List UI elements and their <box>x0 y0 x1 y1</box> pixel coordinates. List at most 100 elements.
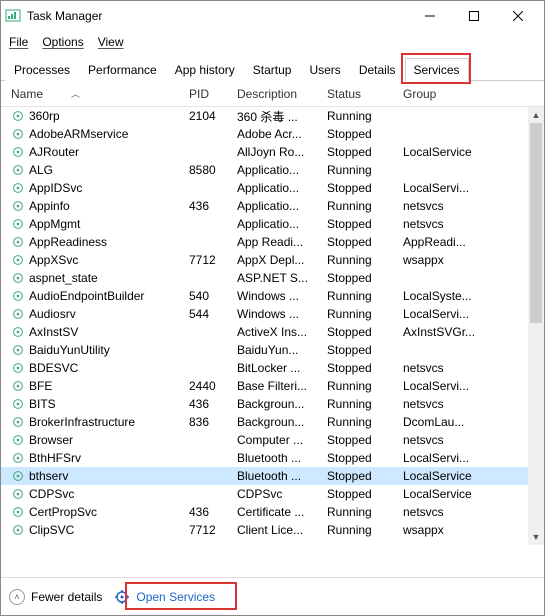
service-name: Browser <box>29 433 73 447</box>
service-name: CertPropSvc <box>29 505 97 519</box>
table-row[interactable]: BrokerInfrastructure836Backgroun...Runni… <box>1 413 544 431</box>
service-name: BaiduYunUtility <box>29 343 110 357</box>
tab-services[interactable]: Services <box>405 58 469 81</box>
header-name[interactable]: Name︿ <box>5 87 183 101</box>
service-status: Stopped <box>321 127 397 141</box>
service-description: Client Lice... <box>231 523 321 537</box>
service-icon <box>11 505 25 519</box>
fewer-details-link[interactable]: ˄ Fewer details <box>9 589 102 605</box>
table-row[interactable]: AppXSvc7712AppX Depl...Runningwsappx <box>1 251 544 269</box>
service-icon <box>11 397 25 411</box>
service-group: LocalService <box>397 145 507 159</box>
table-row[interactable]: BDESVCBitLocker ...Stoppednetsvcs <box>1 359 544 377</box>
service-name: BrokerInfrastructure <box>29 415 135 429</box>
tab-details[interactable]: Details <box>350 58 405 81</box>
service-icon <box>11 199 25 213</box>
open-services-link[interactable]: Open Services <box>114 589 215 605</box>
service-name: BFE <box>29 379 52 393</box>
service-group: AppReadi... <box>397 235 507 249</box>
service-description: Applicatio... <box>231 217 321 231</box>
table-row[interactable]: AppMgmtApplicatio...Stoppednetsvcs <box>1 215 544 233</box>
menu-view[interactable]: View <box>98 35 124 49</box>
service-group: DcomLau... <box>397 415 507 429</box>
service-description: Certificate ... <box>231 505 321 519</box>
service-icon <box>11 523 25 537</box>
service-name: AppIDSvc <box>29 181 82 195</box>
table-row[interactable]: AxInstSVActiveX Ins...StoppedAxInstSVGr.… <box>1 323 544 341</box>
tab-processes[interactable]: Processes <box>5 58 79 81</box>
table-row[interactable]: AudioEndpointBuilder540Windows ...Runnin… <box>1 287 544 305</box>
service-status: Running <box>321 199 397 213</box>
table-row[interactable]: AppIDSvcApplicatio...StoppedLocalServi..… <box>1 179 544 197</box>
header-status[interactable]: Status <box>321 87 397 101</box>
table-row[interactable]: aspnet_stateASP.NET S...Stopped <box>1 269 544 287</box>
service-description: AppX Depl... <box>231 253 321 267</box>
service-group: netsvcs <box>397 361 507 375</box>
menu-file[interactable]: File <box>9 35 28 49</box>
service-group: netsvcs <box>397 217 507 231</box>
tab-app-history[interactable]: App history <box>166 58 244 81</box>
service-name: ALG <box>29 163 53 177</box>
table-row[interactable]: AppReadinessApp Readi...StoppedAppReadi.… <box>1 233 544 251</box>
table-row[interactable]: ALG8580Applicatio...Running <box>1 161 544 179</box>
footer: ˄ Fewer details Open Services <box>1 577 544 615</box>
service-name: AudioEndpointBuilder <box>29 289 144 303</box>
service-icon <box>11 289 25 303</box>
service-group: wsappx <box>397 253 507 267</box>
sort-indicator-icon: ︿ <box>71 87 80 100</box>
vertical-scrollbar[interactable]: ▲ ▼ <box>528 107 544 545</box>
scrollbar-thumb[interactable] <box>530 123 542 323</box>
tab-startup[interactable]: Startup <box>244 58 301 81</box>
column-headers: Name︿ PID Description Status Group <box>1 81 544 107</box>
service-status: Stopped <box>321 325 397 339</box>
table-row[interactable]: AJRouterAllJoyn Ro...StoppedLocalService <box>1 143 544 161</box>
service-pid: 836 <box>183 415 231 429</box>
minimize-button[interactable] <box>408 1 452 31</box>
service-name: 360rp <box>29 109 60 123</box>
table-row[interactable]: AdobeARMserviceAdobe Acr...Stopped <box>1 125 544 143</box>
table-row[interactable]: Audiosrv544Windows ...RunningLocalServi.… <box>1 305 544 323</box>
service-name: AppXSvc <box>29 253 78 267</box>
chevron-up-icon: ˄ <box>9 589 25 605</box>
table-row[interactable]: BthHFSrvBluetooth ...StoppedLocalServi..… <box>1 449 544 467</box>
table-row[interactable]: bthservBluetooth ...StoppedLocalService <box>1 467 544 485</box>
menubar: File Options View <box>1 31 544 53</box>
service-icon <box>11 433 25 447</box>
table-row[interactable]: BaiduYunUtilityBaiduYun...Stopped <box>1 341 544 359</box>
service-name: CDPSvc <box>29 487 74 501</box>
table-row[interactable]: ClipSVC7712Client Lice...Runningwsappx <box>1 521 544 539</box>
scroll-up-icon[interactable]: ▲ <box>528 107 544 123</box>
header-pid[interactable]: PID <box>183 87 231 101</box>
service-status: Running <box>321 109 397 123</box>
table-row[interactable]: 360rp2104360 杀毒 ...Running <box>1 107 544 125</box>
service-group: LocalServi... <box>397 181 507 195</box>
header-description[interactable]: Description <box>231 87 321 101</box>
service-icon <box>11 163 25 177</box>
table-row[interactable]: CertPropSvc436Certificate ...Runningnets… <box>1 503 544 521</box>
service-icon <box>11 253 25 267</box>
tab-performance[interactable]: Performance <box>79 58 166 81</box>
maximize-button[interactable] <box>452 1 496 31</box>
table-row[interactable]: BITS436Backgroun...Runningnetsvcs <box>1 395 544 413</box>
menu-options[interactable]: Options <box>42 35 83 49</box>
titlebar: Task Manager <box>1 1 544 31</box>
header-group[interactable]: Group <box>397 87 507 101</box>
close-button[interactable] <box>496 1 540 31</box>
service-pid: 544 <box>183 307 231 321</box>
service-description: Windows ... <box>231 289 321 303</box>
service-description: BaiduYun... <box>231 343 321 357</box>
scroll-down-icon[interactable]: ▼ <box>528 529 544 545</box>
table-row[interactable]: BFE2440Base Filteri...RunningLocalServi.… <box>1 377 544 395</box>
service-name: AdobeARMservice <box>29 127 128 141</box>
service-pid: 436 <box>183 397 231 411</box>
service-name: Appinfo <box>29 199 70 213</box>
tab-users[interactable]: Users <box>300 58 349 81</box>
service-icon <box>11 235 25 249</box>
services-list: 360rp2104360 杀毒 ...RunningAdobeARMservic… <box>1 107 544 545</box>
service-pid: 8580 <box>183 163 231 177</box>
service-description: 360 杀毒 ... <box>231 108 321 125</box>
table-row[interactable]: BrowserComputer ...Stoppednetsvcs <box>1 431 544 449</box>
table-row[interactable]: CDPSvcCDPSvcStoppedLocalService <box>1 485 544 503</box>
service-pid: 540 <box>183 289 231 303</box>
table-row[interactable]: Appinfo436Applicatio...Runningnetsvcs <box>1 197 544 215</box>
